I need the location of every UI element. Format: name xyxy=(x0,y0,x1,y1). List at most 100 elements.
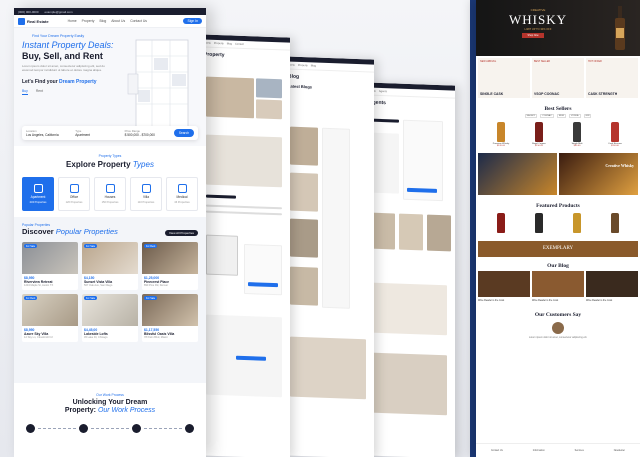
nav-links: Home Property Blog About Us Contact Us xyxy=(68,19,147,23)
tab-rent[interactable]: Rent xyxy=(36,89,43,95)
category-vsop-cognac[interactable]: BEST SELLER VSOP COGNAC xyxy=(532,58,584,98)
sign-in-button[interactable]: Sign In xyxy=(183,18,202,24)
office-icon xyxy=(69,184,79,193)
agents-page-mockup: HomeAgents Agents xyxy=(365,82,455,457)
tab-gin[interactable]: GIN xyxy=(583,114,592,118)
testimonial-quote: Lorem ipsum dolor sit amet, consectetur … xyxy=(528,336,588,339)
main-navbar: Real Estate Home Property Blog About Us … xyxy=(14,15,206,28)
hero-kicker: CREATIVE xyxy=(530,8,546,12)
villa-icon xyxy=(141,184,151,193)
blog-caption[interactable]: Wine Reader is the most xyxy=(478,299,530,302)
product-card[interactable]: Cask Reserve $110.00 xyxy=(603,122,627,147)
type-card-office[interactable]: Office 120 Properties xyxy=(58,177,90,211)
hero-title: WHISKY xyxy=(509,12,567,27)
step-icon xyxy=(79,423,88,433)
process-steps xyxy=(22,423,198,433)
blog-image[interactable] xyxy=(586,271,638,297)
product-card[interactable] xyxy=(489,213,513,233)
price-range-field[interactable]: Price Range $ 500,000 - $700,000 xyxy=(125,129,170,137)
customer-avatar xyxy=(552,322,564,334)
exemplary-banner[interactable]: EXEMPLARY xyxy=(478,241,638,257)
product-card[interactable] xyxy=(565,213,589,233)
nav-blog[interactable]: Blog xyxy=(99,19,106,23)
best-seller-products: Premium Whisky $120.00 Royal Cognac $150.0… xyxy=(476,118,640,151)
promo-banners: Creative Whisky xyxy=(476,151,640,197)
hero-subtitle: LIMIT UP TO 30% OFF xyxy=(524,28,552,31)
top-contact-bar: (000) 000-0000 example@gmail.com xyxy=(14,8,206,15)
type-cards: Apartment 234 Properties Office 120 Proper… xyxy=(22,177,198,211)
hero-description: Lorem ipsum dolor sit amet, consectetur … xyxy=(22,64,105,73)
email-text: example@gmail.com xyxy=(44,9,73,14)
property-card[interactable]: For Rent $1,25,000 Pinecrest Place 890 Pine… xyxy=(142,242,198,290)
site-logo[interactable]: Real Estate xyxy=(18,17,49,25)
agents-page-title: Agents xyxy=(369,99,386,107)
footer-information[interactable]: Information xyxy=(533,449,545,452)
blog-caption[interactable]: Wine Reader is the most xyxy=(586,299,638,302)
nav-home[interactable]: Home xyxy=(68,19,77,23)
product-card[interactable] xyxy=(603,213,627,233)
types-title: Explore Property Types xyxy=(66,160,154,169)
work-process-section: Our Work Process Unlocking Your Dream Pro… xyxy=(14,383,206,443)
property-types-section: Property Types Explore Property Types Ap… xyxy=(14,146,206,217)
popular-properties-section: Popular Properties Discover Popular Prop… xyxy=(14,217,206,383)
building-illustration xyxy=(127,39,189,133)
nav-contact[interactable]: Contact Us xyxy=(130,19,147,23)
nav-about[interactable]: About Us xyxy=(111,19,125,23)
type-card-apartment[interactable]: Apartment 234 Properties xyxy=(22,177,54,211)
category-cask-strength[interactable]: HOT OFFER CASK STRENGTH xyxy=(586,58,638,98)
location-field[interactable]: Location Los Angeles, California xyxy=(26,129,71,137)
property-card[interactable]: For Sale $4,45,00 Lakeside Lofts 45 Lake Dr… xyxy=(82,294,138,342)
property-grid: For Sale $8,950 Riverview Retreat 1234 Mapl… xyxy=(22,242,198,342)
property-card[interactable]: For Sale $8,950 Riverview Retreat 1234 Mapl… xyxy=(22,242,78,290)
tab-buy[interactable]: Buy xyxy=(22,89,28,96)
hero-title-line1: Instant Property Deals: xyxy=(22,40,114,50)
type-field[interactable]: Type Apartment xyxy=(75,129,120,137)
type-card-medical[interactable]: Medical 46 Properties xyxy=(166,177,198,211)
nav-property[interactable]: Property xyxy=(82,19,95,23)
property-card[interactable]: For Sale $4,150 Sunset Vista Villa 567 Oak … xyxy=(82,242,138,290)
product-card[interactable]: Single Malt $95.00 xyxy=(565,122,589,147)
best-sellers-heading: Best Sellers xyxy=(544,106,572,112)
property-card[interactable]: For Rent $8,950 Azure Sky Villa 12 Sky Ln, … xyxy=(22,294,78,342)
phone-text: (000) 000-0000 xyxy=(18,9,39,14)
hero-section: Find Your Dream Property Easily Instant … xyxy=(14,28,206,146)
view-all-button[interactable]: View All Properties xyxy=(165,230,198,236)
house-icon xyxy=(105,184,115,193)
step-icon xyxy=(26,423,35,433)
footer-newsletter[interactable]: Newsletter xyxy=(614,449,625,452)
property-search-bar: Location Los Angeles, California Type Ap… xyxy=(22,126,198,140)
blog-image[interactable] xyxy=(532,271,584,297)
promo-banner[interactable] xyxy=(478,153,557,195)
category-banners: NEW ARRIVAL SINGLE CASK BEST SELLER VSOP C… xyxy=(476,56,640,100)
promo-banner[interactable]: Creative Whisky xyxy=(559,153,638,195)
types-eyebrow: Property Types xyxy=(98,154,122,158)
tab-cognac[interactable]: COGNAC xyxy=(540,114,554,118)
logo-text: Real Estate xyxy=(27,18,49,24)
whisky-footer: Contact Us Information Services Newslett… xyxy=(476,443,640,457)
category-single-cask[interactable]: NEW ARRIVAL SINGLE CASK xyxy=(478,58,530,98)
product-card[interactable] xyxy=(527,213,551,233)
whisky-store-page: CREATIVE WHISKY LIMIT UP TO 30% OFF Shop… xyxy=(476,0,640,457)
tab-vodka[interactable]: VODKA xyxy=(568,114,581,118)
step-icon xyxy=(132,423,141,433)
blog-page-mockup: Home Property Blog Blog Latest Blogs xyxy=(284,56,374,457)
product-card[interactable]: Premium Whisky $120.00 xyxy=(489,122,513,147)
search-button[interactable]: Search xyxy=(173,129,194,137)
type-card-villa[interactable]: Villa 110 Properties xyxy=(130,177,162,211)
tab-whisky[interactable]: WHISKY xyxy=(524,114,538,118)
blog-images xyxy=(476,269,640,299)
property-card[interactable]: For Sale $1,17,550 Blissful Oasis Villa 78 … xyxy=(142,294,198,342)
product-card[interactable]: Royal Cognac $150.00 xyxy=(527,122,551,147)
tab-rum[interactable]: RUM xyxy=(556,114,566,118)
blog-captions: Wine Reader is the most Wine Reader is t… xyxy=(476,299,640,302)
blog-caption[interactable]: Wine Reader is the most xyxy=(532,299,584,302)
blog-image[interactable] xyxy=(478,271,530,297)
type-card-houses[interactable]: Houses 150 Properties xyxy=(94,177,126,211)
process-eyebrow: Our Work Process xyxy=(96,393,124,397)
footer-contact[interactable]: Contact Us xyxy=(491,449,503,452)
featured-products xyxy=(476,209,640,237)
real-estate-homepage: (000) 000-0000 example@gmail.com Real Es… xyxy=(14,8,206,457)
footer-services[interactable]: Services xyxy=(575,449,584,452)
shop-now-button[interactable]: Shop Now xyxy=(522,33,544,38)
whisky-hero: CREATIVE WHISKY LIMIT UP TO 30% OFF Shop… xyxy=(476,0,640,56)
